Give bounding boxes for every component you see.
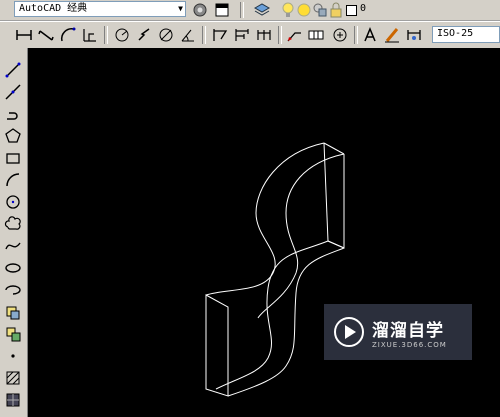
watermark-url: ZIXUE.3D66.COM: [372, 340, 447, 349]
outer-back-curve: [205, 142, 325, 296]
update-icon: [407, 30, 421, 40]
dimension-edit-button[interactable]: [360, 25, 380, 45]
point-icon: [11, 354, 15, 358]
construction-line-button[interactable]: [3, 82, 23, 102]
draw-toolbar: [0, 48, 28, 417]
lock-icon: [330, 2, 342, 18]
quick-leader-button[interactable]: [284, 25, 304, 45]
radius-icon: [115, 28, 129, 42]
ellipse-arc-button[interactable]: [3, 280, 23, 300]
gear-icon: [193, 3, 207, 17]
workspace-dropdown[interactable]: AutoCAD 经典 ▼: [14, 1, 186, 17]
leader-icon: [287, 32, 301, 42]
baseline-dimension-button[interactable]: [232, 25, 252, 45]
dimension-style-label: ISO-25: [437, 28, 474, 39]
gradient-button[interactable]: [3, 390, 23, 410]
workspace-label: AutoCAD 经典: [19, 3, 88, 14]
angular-dimension-button[interactable]: [178, 25, 198, 45]
chevron-down-icon: ▼: [178, 4, 183, 13]
workspace-toolbar: AutoCAD 经典 ▼ 0: [0, 0, 500, 21]
left-end-face: [205, 294, 229, 397]
jogged-dimension-button[interactable]: [134, 25, 154, 45]
diameter-dimension-button[interactable]: [156, 25, 176, 45]
ellipse-button[interactable]: [3, 258, 23, 278]
text-edit-icon: [364, 27, 376, 42]
line-button[interactable]: [3, 60, 23, 80]
dimension-style-dropdown[interactable]: ISO-25: [432, 26, 500, 43]
pencil-icon: [385, 28, 399, 43]
jogged-icon: [138, 28, 150, 41]
insert-block-icon: [6, 306, 20, 320]
quick-dimension-button[interactable]: [210, 25, 230, 45]
polyline-button[interactable]: [3, 104, 23, 124]
workspace-settings-button[interactable]: [190, 0, 210, 20]
current-layer-name[interactable]: 0: [360, 3, 366, 14]
ordinate-dimension-button[interactable]: [80, 25, 100, 45]
layer-color-swatch[interactable]: [346, 5, 357, 16]
center-mark-icon: [333, 28, 347, 42]
aligned-dimension-button[interactable]: [36, 25, 56, 45]
continue-icon: [257, 30, 271, 40]
window-icon: [215, 3, 229, 17]
layers-icon: [253, 3, 271, 16]
tolerance-button[interactable]: [306, 25, 326, 45]
tolerance-icon: [308, 30, 324, 40]
play-logo-icon: [334, 317, 364, 347]
polyline-icon: [7, 112, 18, 120]
rectangle-button[interactable]: [3, 148, 23, 168]
hatch-button[interactable]: [3, 368, 23, 388]
polygon-button[interactable]: [3, 126, 23, 146]
insert-block-button[interactable]: [3, 302, 23, 322]
quick-dimension-icon: [213, 29, 228, 41]
make-block-button[interactable]: [3, 324, 23, 344]
dimension-toolbar: ISO-25: [0, 21, 500, 49]
workspace-save-button[interactable]: [212, 0, 232, 20]
dimension-text-edit-button[interactable]: [382, 25, 402, 45]
s-shaped-solid-drawing: [205, 142, 345, 397]
drawing-canvas[interactable]: [28, 48, 500, 417]
angular-icon: [181, 29, 194, 42]
line-icon: [5, 62, 21, 78]
right-end-bottom: [327, 240, 345, 249]
dimension-update-button[interactable]: [404, 25, 424, 45]
linear-dimension-icon: [16, 30, 32, 40]
make-block-icon: [6, 327, 21, 342]
arc-length-icon: [60, 27, 76, 42]
linear-dimension-button[interactable]: [14, 25, 34, 45]
continue-dimension-button[interactable]: [254, 25, 274, 45]
watermark: 溜溜自学 ZIXUE.3D66.COM: [324, 304, 472, 360]
cloud-icon: [4, 216, 21, 230]
arc-button[interactable]: [3, 170, 23, 190]
ellipse-arc-icon: [5, 285, 21, 295]
circle-button[interactable]: [3, 192, 23, 212]
baseline-icon: [235, 29, 249, 41]
top-face: [323, 142, 345, 155]
arc-icon: [6, 173, 20, 187]
center-mark-button[interactable]: [330, 25, 350, 45]
ordinate-icon: [83, 29, 96, 42]
watermark-title: 溜溜自学: [372, 320, 444, 341]
polygon-icon: [5, 128, 21, 143]
layer-lock-toggle[interactable]: [326, 0, 346, 20]
circle-icon: [6, 195, 20, 209]
radius-dimension-button[interactable]: [112, 25, 132, 45]
point-button[interactable]: [3, 346, 23, 366]
rectangle-icon: [6, 153, 20, 164]
xline-icon: [5, 84, 21, 100]
layer-manager-button[interactable]: [252, 0, 272, 20]
arc-length-button[interactable]: [58, 25, 78, 45]
revision-cloud-button[interactable]: [3, 214, 23, 234]
hatch-icon: [6, 371, 20, 385]
spline-icon: [5, 242, 21, 250]
diameter-icon: [159, 28, 173, 42]
inner-front-curve: [257, 153, 345, 319]
ellipse-icon: [5, 263, 21, 273]
spline-button[interactable]: [3, 236, 23, 256]
gradient-icon: [6, 393, 20, 407]
aligned-dimension-icon: [38, 30, 54, 41]
